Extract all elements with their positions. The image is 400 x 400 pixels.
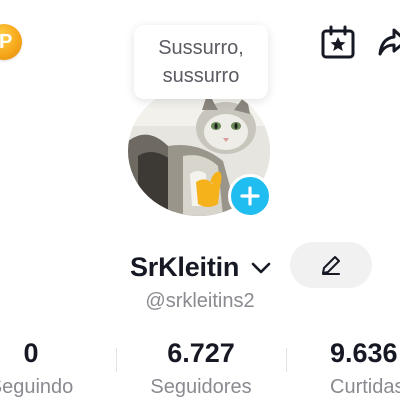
likes-label: Curtidas	[330, 376, 400, 398]
plus-icon	[240, 186, 260, 206]
stat-divider	[286, 348, 287, 372]
followers-label: Seguidores	[150, 376, 252, 398]
coin-letter: P	[0, 31, 13, 53]
following-count: 0	[23, 338, 39, 368]
stat-followers[interactable]: 6.727 Seguidores	[130, 338, 272, 400]
calendar-star-icon[interactable]	[320, 24, 356, 60]
profile-handle: @srkleitins2	[145, 290, 255, 312]
tooltip-bubble: Sussurro, sussurro	[134, 25, 268, 99]
pencil-icon	[322, 256, 340, 275]
likes-count: 9.636	[330, 338, 398, 368]
edit-profile-button[interactable]	[290, 242, 372, 288]
tooltip-text: Sussurro, sussurro	[158, 37, 244, 87]
stat-likes[interactable]: 9.636 Curtidas	[322, 338, 400, 400]
chevron-down-icon[interactable]	[250, 260, 272, 276]
stat-following[interactable]: 0 Seguindo	[0, 338, 102, 400]
coin-icon[interactable]: P	[0, 24, 22, 60]
username[interactable]: SrKleitin	[130, 252, 239, 283]
stat-divider	[116, 348, 117, 372]
share-icon[interactable]	[378, 24, 400, 60]
followers-count: 6.727	[167, 338, 235, 368]
add-avatar-button[interactable]	[228, 174, 272, 218]
following-label: Seguindo	[0, 376, 74, 398]
